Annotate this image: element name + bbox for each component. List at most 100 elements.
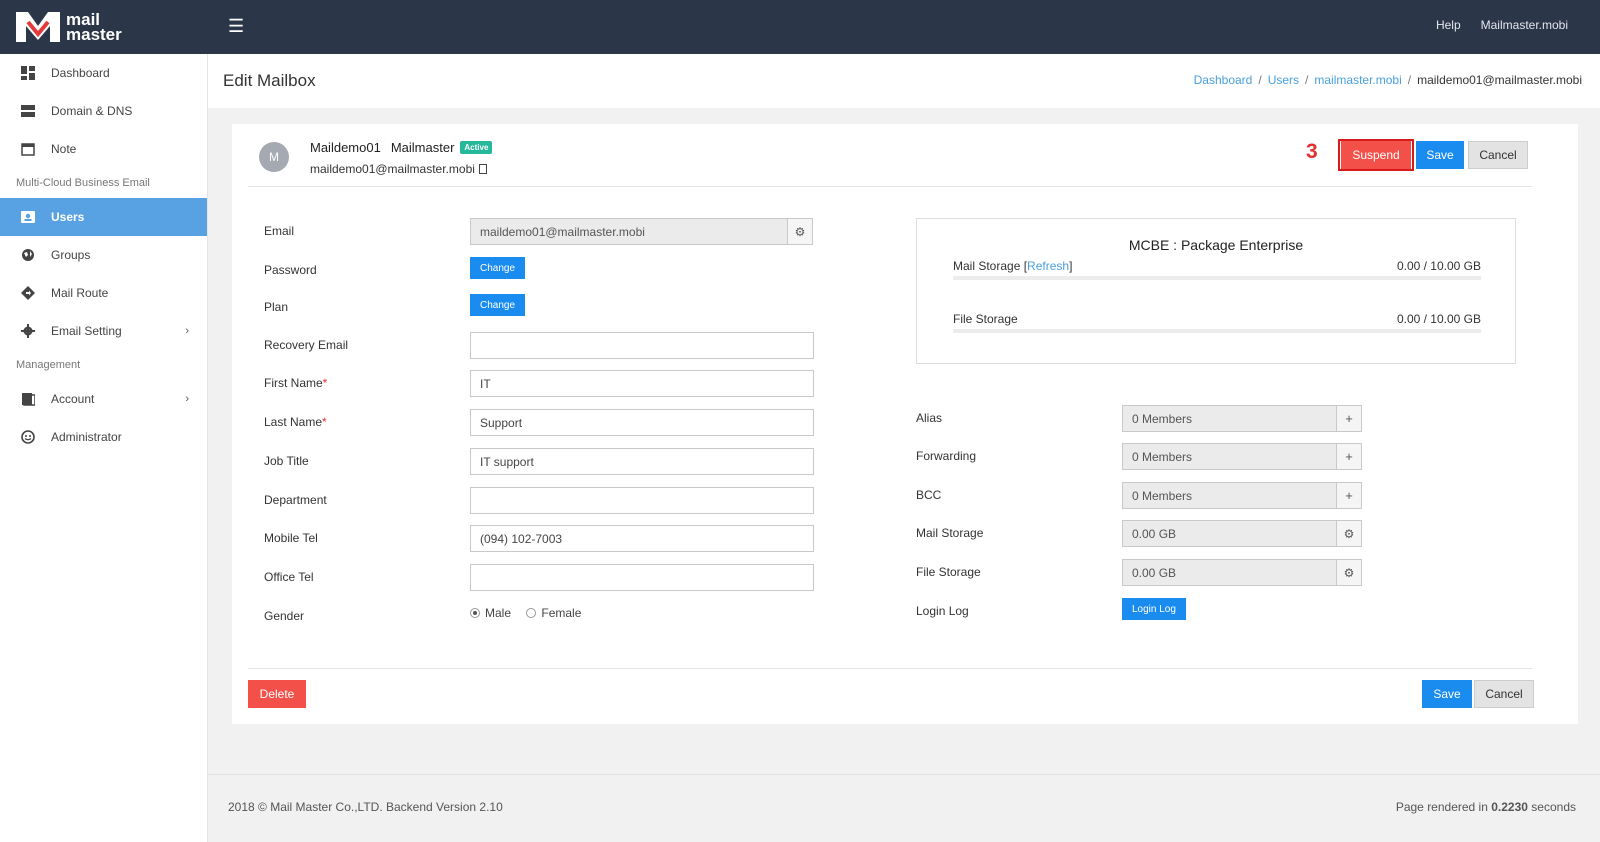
sidebar-item-label: Account [51,392,95,406]
mailmaster-logo-icon [16,12,60,42]
breadcrumb-current: maildemo01@mailmaster.mobi [1417,73,1582,87]
radio-male[interactable] [470,608,480,618]
required-mark: * [322,376,328,390]
sidebar-section-management: Management [16,359,81,371]
suspend-button[interactable]: Suspend [1341,141,1411,169]
menu-toggle-icon[interactable]: ☰ [228,16,244,37]
user-email-text: maildemo01@mailmaster.mobi [310,162,475,176]
sidebar-item-email-setting[interactable]: Email Setting › [0,312,207,350]
logo-line2: master [66,25,122,44]
breadcrumb: Dashboard / Users / mailmaster.mobi / maildemo… [1193,73,1582,87]
add-alias-button[interactable]: + [1336,405,1362,432]
alias-field: 0 Members [1122,405,1337,432]
globe-icon [21,248,35,262]
sidebar-item-mail-route[interactable]: Mail Route [0,274,207,312]
package-file-storage-value: 0.00 / 10.00 GB [1396,312,1481,326]
bcc-label: BCC [916,488,942,502]
page-header: Edit Mailbox Dashboard / Users / mailmaster.… [208,54,1600,108]
cancel-button-bottom[interactable]: Cancel [1474,680,1534,708]
sidebar-item-note[interactable]: Note [0,130,207,168]
sidebar-item-users[interactable]: Users [0,198,207,236]
save-button-top[interactable]: Save [1416,141,1464,169]
last-name-input[interactable]: Support [470,409,814,436]
copyright-text: 2018 © Mail Master Co.,LTD. Backend Vers… [228,800,503,814]
login-log-button[interactable]: Login Log [1122,598,1186,620]
plus-icon: + [1345,488,1353,503]
gender-male-option[interactable]: Male [470,606,511,620]
cancel-button-top[interactable]: Cancel [1468,141,1528,169]
sidebar-item-label: Mail Route [51,286,109,300]
office-tel-input[interactable] [470,564,814,591]
mail-storage-progress [953,276,1481,280]
gender-female-option[interactable]: Female [526,606,581,620]
sidebar-item-administrator[interactable]: Administrator [0,418,207,456]
gender-radio-group: Male Female [470,606,581,620]
email-settings-button[interactable]: ⚙ [787,218,813,245]
mailmaster-logo[interactable]: mail master [14,8,122,46]
sidebar-item-groups[interactable]: Groups [0,236,207,274]
mobile-tel-input[interactable]: (094) 102-7003 [470,525,814,552]
edit-mailbox-card: M Maildemo01 Mailmaster Active maildemo0… [232,124,1578,724]
first-name-label-text: First Name [264,376,323,390]
recovery-email-input[interactable] [470,332,814,359]
add-bcc-button[interactable]: + [1336,482,1362,509]
job-title-input[interactable]: IT support [470,448,814,475]
refresh-link[interactable]: Refresh [1027,259,1069,273]
account-menu[interactable]: Mailmaster.mobi [1481,18,1568,32]
package-mail-storage-label: Mail Storage [953,259,1021,273]
sidebar-item-label: Groups [51,248,91,262]
sidebar-item-label: Note [51,142,77,156]
file-storage-label: File Storage [916,565,981,579]
last-name-label: Last Name* [264,415,327,429]
page-footer: 2018 © Mail Master Co.,LTD. Backend Vers… [208,774,1600,842]
avatar: M [259,142,289,172]
sidebar-item-domain-dns[interactable]: Domain & DNS [0,92,207,130]
email-field: maildemo01@mailmaster.mobi [470,218,788,245]
file-storage-progress [953,329,1481,333]
gear-icon: ⚙ [1343,565,1355,580]
mail-storage-field: 0.00 GB [1122,520,1337,547]
gear-icon: ⚙ [1343,526,1355,541]
sidebar-item-label: Email Setting [51,324,122,338]
render-time-value: 0.2230 [1491,800,1528,814]
sidebar-item-label: Administrator [51,430,122,444]
main-content: Edit Mailbox Dashboard / Users / mailmaster.… [208,54,1600,842]
package-file-storage-label: File Storage [953,312,1018,326]
breadcrumb-users[interactable]: Users [1268,73,1299,87]
plus-icon: + [1345,449,1353,464]
department-input[interactable] [470,487,814,514]
first-name-label: First Name* [264,376,327,390]
gear-icon: ⚙ [794,224,806,239]
mail-storage-label: Mail Storage [916,526,984,540]
render-time-suffix: seconds [1531,800,1576,814]
package-mail-storage-row: Mail Storage [Refresh] 0.00 / 10.00 GB [953,259,1481,273]
gear-icon [21,324,35,338]
copy-icon[interactable] [478,164,487,174]
save-button-bottom[interactable]: Save [1422,680,1472,708]
file-storage-settings-button[interactable]: ⚙ [1336,559,1362,586]
user-first-name: Maildemo01 [310,140,381,155]
sidebar-item-label: Users [51,210,85,224]
password-label: Password [264,263,317,277]
package-title: MCBE : Package Enterprise [1128,237,1304,253]
gender-label: Gender [264,609,305,623]
book-icon [21,392,36,406]
job-title-label: Job Title [264,454,309,468]
first-name-input[interactable]: IT [470,370,814,397]
delete-button[interactable]: Delete [248,680,306,708]
login-log-label: Login Log [916,604,969,618]
breadcrumb-domain[interactable]: mailmaster.mobi [1314,73,1401,87]
user-email: maildemo01@mailmaster.mobi [310,162,487,176]
sidebar-item-dashboard[interactable]: Dashboard [0,54,207,92]
package-mail-storage-value: 0.00 / 10.00 GB [1396,259,1481,273]
sidebar-item-account[interactable]: Account › [0,380,207,418]
package-file-storage-row: File Storage 0.00 / 10.00 GB [953,312,1481,326]
change-password-button[interactable]: Change [470,257,526,279]
radio-female[interactable] [526,608,537,618]
mail-storage-settings-button[interactable]: ⚙ [1336,520,1362,547]
change-plan-button[interactable]: Change [470,294,526,316]
help-link[interactable]: Help [1436,18,1461,32]
add-forwarding-button[interactable]: + [1336,443,1362,470]
last-name-label-text: Last Name [264,415,323,429]
breadcrumb-dashboard[interactable]: Dashboard [1194,73,1253,87]
